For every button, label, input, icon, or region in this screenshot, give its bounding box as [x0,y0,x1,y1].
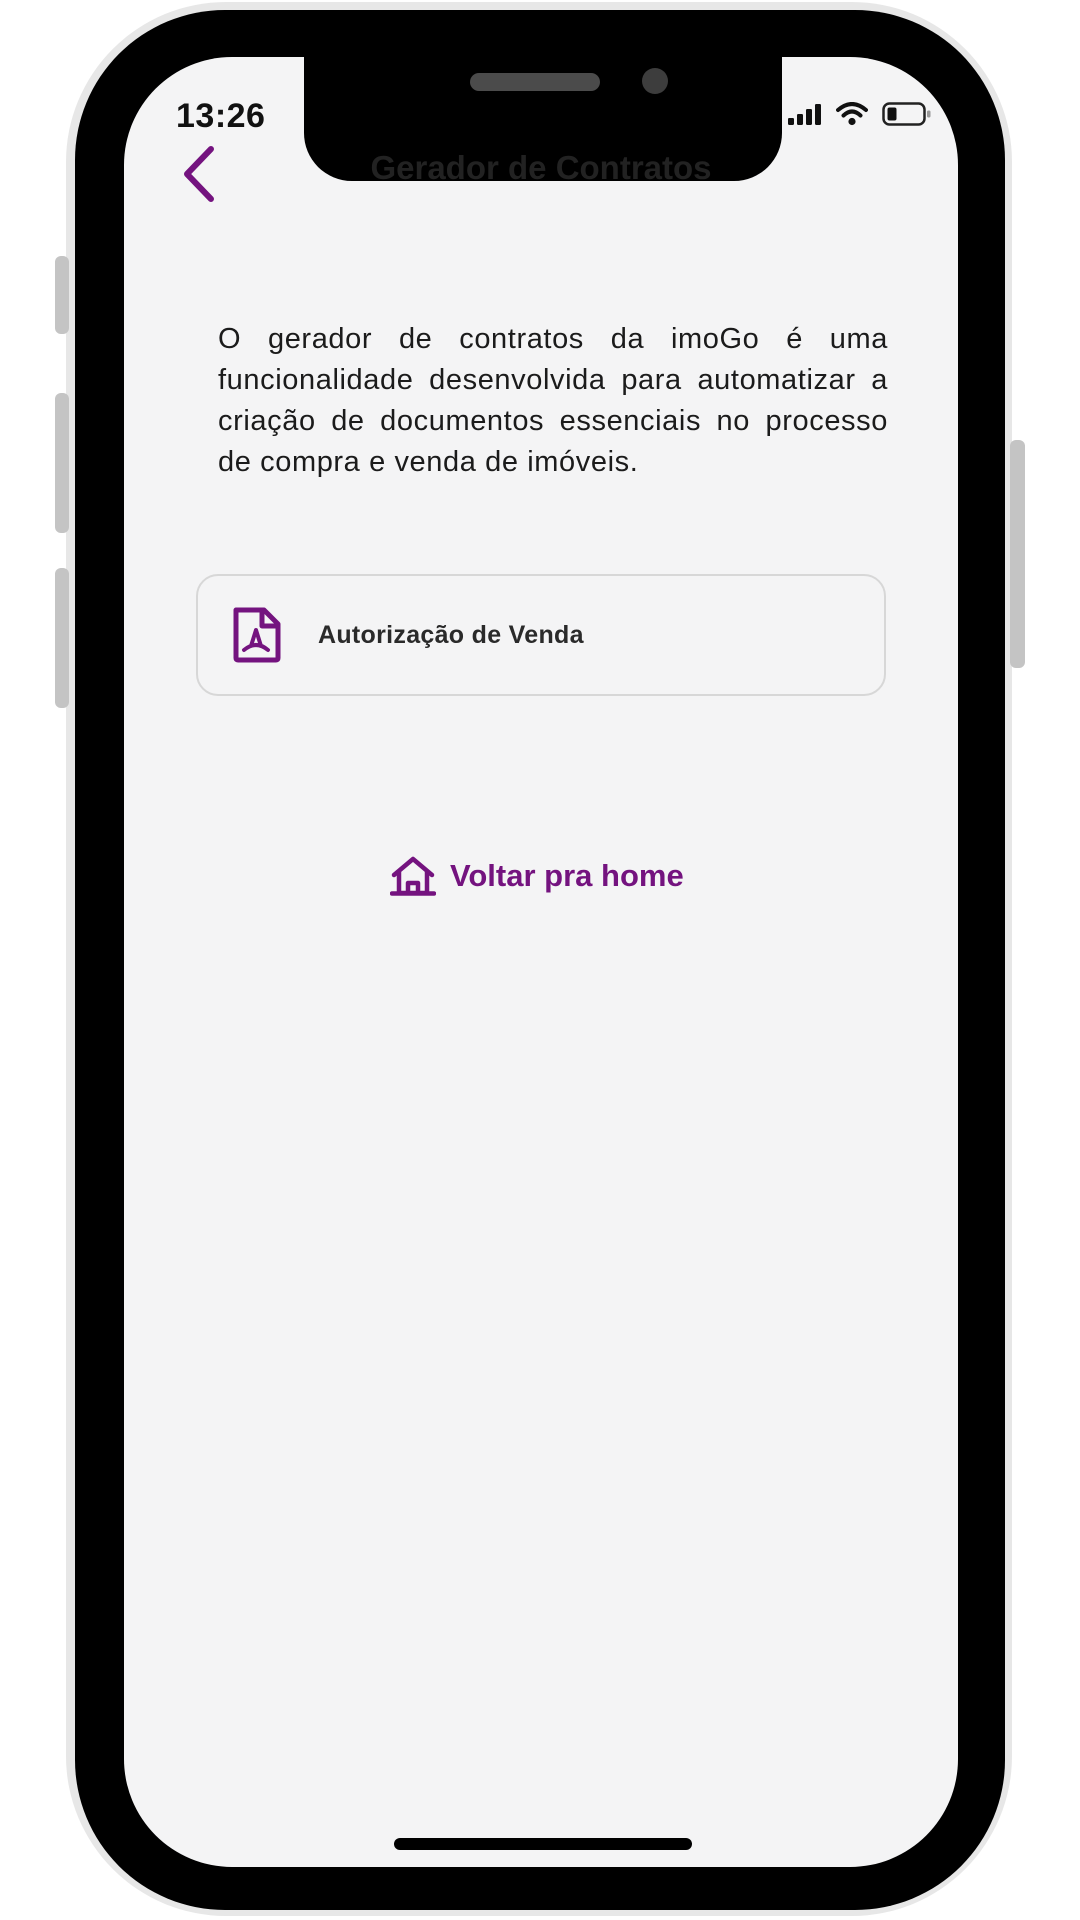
mute-switch [55,256,69,334]
intro-description: O gerador de contratos da imoGo é uma fu… [218,323,888,478]
app-screen: 13:26 Gerador de Contratos O gerador de … [124,57,958,1867]
device-mockup: 13:26 Gerador de Contratos O gerador de … [0,0,1080,1920]
battery-icon [882,101,932,132]
home-indicator[interactable] [394,1838,692,1850]
home-icon [390,856,436,896]
volume-down-button [55,568,69,708]
status-time: 13:26 [176,97,266,135]
cellular-signal-icon [788,103,822,130]
volume-up-button [55,393,69,533]
front-camera [642,68,668,94]
pdf-file-icon [230,606,284,664]
status-icons [788,101,932,132]
back-to-home-link[interactable]: Voltar pra home [390,855,684,897]
home-link-label: Voltar pra home [450,858,684,893]
contract-card-autorizacao-venda[interactable]: Autorização de Venda [196,574,886,696]
contract-card-label: Autorização de Venda [318,620,584,649]
page-title: Gerador de Contratos [370,149,712,186]
wifi-icon [836,102,868,131]
power-button [1010,440,1025,668]
speaker-grille [470,73,600,91]
